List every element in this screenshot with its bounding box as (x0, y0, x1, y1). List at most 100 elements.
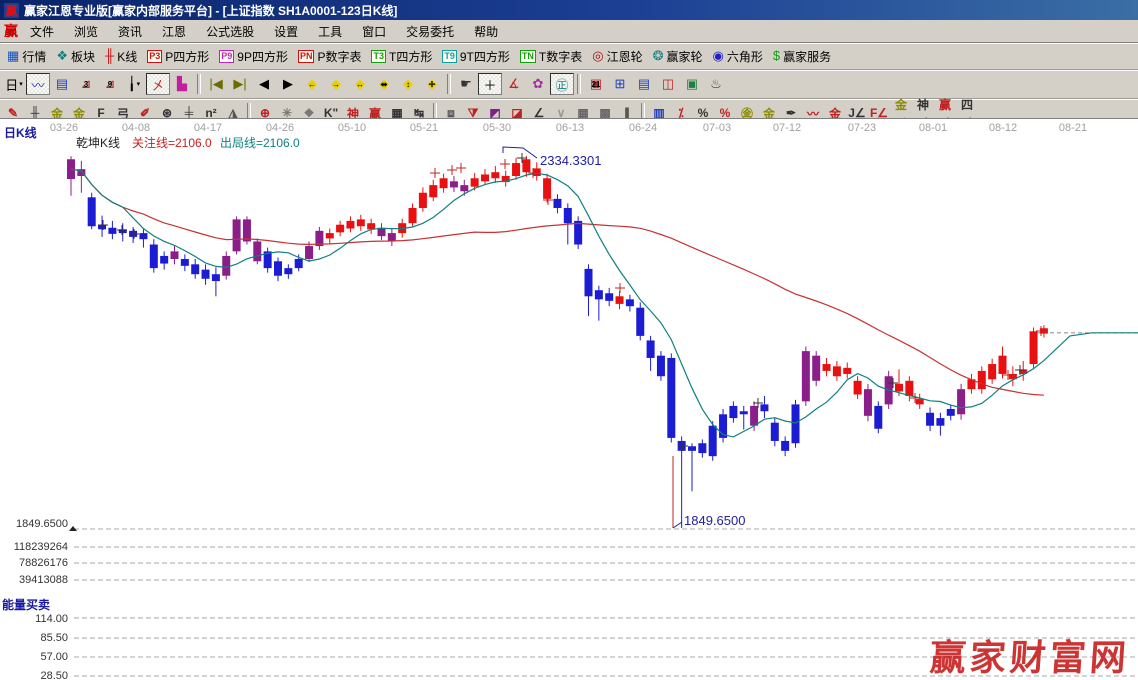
hand-tool-icon[interactable]: ☛ (454, 73, 478, 95)
p-digit-table-label: P数字表 (317, 49, 362, 64)
first-page-icon[interactable]: |◀ (204, 73, 228, 95)
svg-text:04-17: 04-17 (194, 122, 222, 134)
svg-text:07-12: 07-12 (773, 122, 801, 134)
hexagon-icon: ◉ (712, 48, 724, 63)
color-bars-icon[interactable]: ▙ (170, 73, 194, 95)
toolbar-button-p-digit-table[interactable]: PN P数字表 (293, 45, 367, 67)
svg-text:57.00: 57.00 (40, 651, 68, 663)
candle-style-dropdown-arrow: ▾ (136, 81, 141, 88)
snapshot-glyph: ▣ (685, 76, 699, 91)
toolbar-button-winner-service[interactable]: $ 赢家服务 (768, 45, 836, 67)
toolbar-button-winner-wheel[interactable]: ❂ 赢家轮 (648, 45, 708, 67)
watermark: 赢家财富网 (928, 637, 1132, 679)
toolbar-separator (447, 74, 451, 94)
svg-text:2334.3301: 2334.3301 (540, 153, 601, 168)
svg-text:日K线: 日K线 (4, 125, 37, 140)
chart-area: 日K线 03-26 04-08 04-17 04-26 05-10 05-21 05-30 06… (0, 118, 1138, 680)
last-page-icon[interactable]: ▶| (228, 73, 252, 95)
svg-text:1849.6500: 1849.6500 (16, 518, 68, 530)
mini-chart-9-overlay: 9 (107, 79, 113, 89)
svg-text:06-24: 06-24 (629, 122, 657, 134)
toolbar-button-9p-square[interactable]: P9 9P四方形 (214, 45, 293, 67)
svg-text:04-26: 04-26 (266, 122, 294, 134)
calculator-icon[interactable]: ⊞ (608, 73, 632, 95)
menu-item-江恩[interactable]: 江恩 (152, 21, 196, 41)
angle-tool-icon[interactable]: ∡ (502, 73, 526, 95)
mini-chart-3-icon[interactable]: ⊿ 3 (74, 73, 98, 95)
brain-tool-icon[interactable]: ㊣ (550, 73, 574, 95)
9p-square-label: 9P四方形 (237, 49, 288, 64)
winner-wheel-label: 赢家轮 (666, 49, 703, 64)
diamond-hboth-icon[interactable]: ◆ ↔ (348, 73, 372, 95)
gann-flower-glyph: ✿ (532, 76, 544, 91)
calendar-21-icon[interactable]: ▣ 21 (584, 73, 608, 95)
svg-text:07-03: 07-03 (703, 122, 731, 134)
svg-text:85.50: 85.50 (40, 632, 68, 644)
svg-text:78826176: 78826176 (19, 557, 68, 569)
snapshot-icon[interactable]: ▣ (680, 73, 704, 95)
diamond-hboth-overlay: ↔ (356, 79, 364, 89)
mini-chart-3-overlay: 3 (83, 79, 89, 89)
9p-square-icon: P9 (219, 49, 235, 63)
svg-text:05-30: 05-30 (483, 122, 511, 134)
period-day-icon[interactable]: 日 ▾ (2, 73, 26, 95)
next-icon[interactable]: ▶ (276, 73, 300, 95)
save-glyph: ◫ (661, 76, 675, 91)
toolbar-button-t-digit-table[interactable]: TN T数字表 (515, 45, 587, 67)
menu-item-设置[interactable]: 设置 (264, 21, 308, 41)
svg-text:39413088: 39413088 (19, 574, 68, 586)
toolbar-button-quotes[interactable]: ▦ 行情 (2, 45, 51, 67)
sectors-label: 板块 (70, 49, 95, 64)
toolbar-button-kline[interactable]: ╫ K线 (100, 45, 142, 67)
toolbar-button-sectors[interactable]: ❖ 板块 (51, 45, 100, 67)
menu-item-浏览[interactable]: 浏览 (64, 21, 108, 41)
menu-item-交易委托[interactable]: 交易委托 (396, 21, 464, 41)
notepad-icon[interactable]: ▤ (632, 73, 656, 95)
notepad-glyph: ▤ (637, 76, 651, 91)
toolbar-button-gann-wheel[interactable]: ◎ 江恩轮 (587, 45, 647, 67)
diamond-split-icon[interactable]: ◆ ⇹ (372, 73, 396, 95)
menu-item-工具[interactable]: 工具 (308, 21, 352, 41)
toolbar-button-9t-square[interactable]: T9 9T四方形 (437, 45, 515, 67)
diamond-expand-icon[interactable]: ◆ ✛ (420, 73, 444, 95)
menu-logo-icon: 赢 (4, 23, 18, 39)
toolbar-button-p-square[interactable]: P3 P四方形 (142, 45, 214, 67)
p-digit-table-icon: PN (297, 49, 315, 63)
gann-flower-icon[interactable]: ✿ (526, 73, 550, 95)
t-digit-table-label: T数字表 (538, 49, 583, 64)
title-bar: 赢 赢家江恩专业版[赢家内部服务平台] - [上证指数 SH1A0001-123… (0, 0, 1138, 20)
angle-tool-glyph: ∡ (508, 76, 520, 91)
period-day-glyph: 日 (5, 77, 19, 93)
menu-item-帮助[interactable]: 帮助 (464, 21, 508, 41)
chart-canvas[interactable]: 日K线 03-26 04-08 04-17 04-26 05-10 05-21 05-30 06… (0, 119, 1138, 680)
candle-style-icon[interactable]: ╽ ▾ (122, 73, 146, 95)
trend-map-icon[interactable]: 〰 (26, 73, 50, 95)
svg-text:04-08: 04-08 (122, 122, 150, 134)
winner-wheel-icon: ❂ (652, 48, 664, 63)
toolbar-button-hexagon[interactable]: ◉ 六角形 (708, 45, 768, 67)
crosshair-icon[interactable]: ＋ (478, 73, 502, 95)
hexagon-label: 六角形 (726, 49, 763, 64)
toolbar-button-t-square[interactable]: T3 T四方形 (366, 45, 437, 67)
svg-text:08-01: 08-01 (919, 122, 947, 134)
print-icon[interactable]: ♨ (704, 73, 728, 95)
diamond-left-icon[interactable]: ◆ ← (300, 73, 324, 95)
calculator-glyph: ⊞ (614, 76, 626, 91)
prev-icon[interactable]: ◀ (252, 73, 276, 95)
diamond-right-icon[interactable]: ◆ → (324, 73, 348, 95)
f10-info-icon[interactable]: ▤ (50, 73, 74, 95)
mini-chart-9-icon[interactable]: ⊿ 9 (98, 73, 122, 95)
quotes-icon: ▦ (7, 48, 20, 63)
menu-item-资讯[interactable]: 资讯 (108, 21, 152, 41)
svg-text:28.50: 28.50 (40, 670, 68, 680)
pattern-red-icon[interactable]: 㐅 (146, 73, 170, 95)
diamond-vboth-icon[interactable]: ◆ ↕ (396, 73, 420, 95)
save-icon[interactable]: ◫ (656, 73, 680, 95)
print-glyph: ♨ (710, 76, 722, 91)
p-square-label: P四方形 (165, 49, 210, 64)
menu-item-窗口[interactable]: 窗口 (352, 21, 396, 41)
menu-bar: 赢 文件 浏览 资讯 江恩 公式选股 设置 工具 窗口 交易委托 帮助 (0, 20, 1138, 43)
diamond-vboth-overlay: ↕ (406, 79, 410, 89)
menu-item-公式选股[interactable]: 公式选股 (196, 21, 264, 41)
menu-item-文件[interactable]: 文件 (20, 21, 64, 41)
